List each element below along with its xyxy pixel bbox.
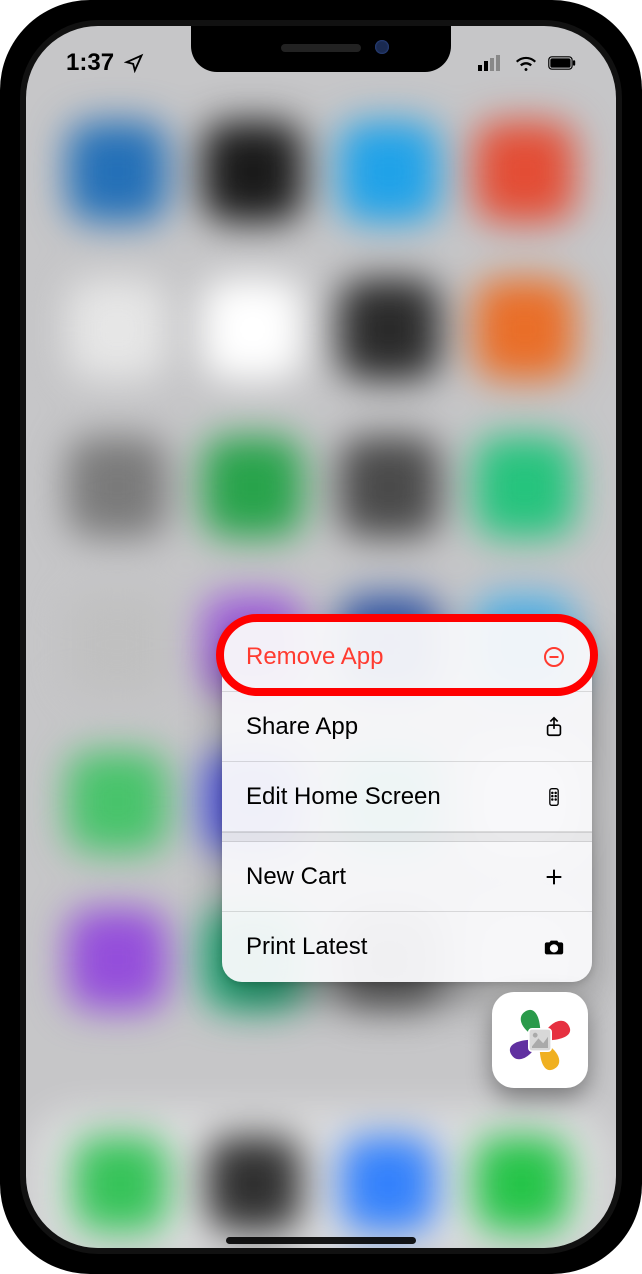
- clock: 1:37: [66, 49, 114, 77]
- app-context-menu: Remove App Share App Edit Home Screen: [222, 622, 592, 982]
- menu-item-print-latest[interactable]: Print Latest: [222, 912, 592, 982]
- blurred-app-icon: [67, 436, 168, 537]
- menu-item-new-cart[interactable]: New Cart: [222, 842, 592, 912]
- blurred-app-icon: [67, 121, 168, 222]
- dock: [32, 1111, 610, 1248]
- blurred-app-icon: [67, 909, 168, 1010]
- blurred-dock-icon: [73, 1137, 168, 1232]
- focused-app-icon[interactable]: [492, 992, 588, 1088]
- battery-icon: [548, 49, 576, 77]
- blurred-app-icon: [475, 121, 576, 222]
- blurred-app-icon: [203, 279, 304, 380]
- menu-item-label: Remove App: [246, 643, 383, 671]
- menu-item-label: Edit Home Screen: [246, 783, 441, 811]
- camera-icon: [540, 933, 568, 961]
- blurred-dock-icon: [475, 1137, 570, 1232]
- phone-frame-icon: [540, 783, 568, 811]
- menu-item-label: Share App: [246, 713, 358, 741]
- iphone-device-frame: 1:37: [0, 0, 642, 1274]
- blurred-app-icon: [339, 121, 440, 222]
- menu-item-remove-app[interactable]: Remove App: [222, 622, 592, 692]
- blurred-app-icon: [203, 121, 304, 222]
- location-arrow-icon: [120, 49, 148, 77]
- blurred-app-icon: [475, 279, 576, 380]
- minus-circle-icon: [540, 643, 568, 671]
- menu-divider: [222, 832, 592, 842]
- cellular-signal-icon: [476, 49, 504, 77]
- menu-item-share-app[interactable]: Share App: [222, 692, 592, 762]
- home-indicator[interactable]: [226, 1237, 416, 1244]
- blurred-app-icon: [339, 279, 440, 380]
- screen: 1:37: [26, 26, 616, 1248]
- blurred-dock-icon: [207, 1137, 302, 1232]
- plus-icon: [540, 863, 568, 891]
- menu-item-label: New Cart: [246, 863, 346, 891]
- share-icon: [540, 713, 568, 741]
- four-color-petals-icon: [500, 1000, 580, 1080]
- menu-item-label: Print Latest: [246, 933, 367, 961]
- status-bar: 1:37: [26, 36, 616, 90]
- blurred-app-icon: [67, 279, 168, 380]
- blurred-app-icon: [203, 436, 304, 537]
- blurred-dock-icon: [341, 1137, 435, 1232]
- blurred-app-icon: [67, 751, 168, 852]
- wifi-icon: [512, 49, 540, 77]
- menu-item-edit-home-screen[interactable]: Edit Home Screen: [222, 762, 592, 832]
- blurred-app-icon: [339, 436, 440, 537]
- blurred-app-icon: [475, 436, 576, 537]
- device-bezel: 1:37: [20, 20, 622, 1254]
- blurred-app-icon: [67, 594, 168, 695]
